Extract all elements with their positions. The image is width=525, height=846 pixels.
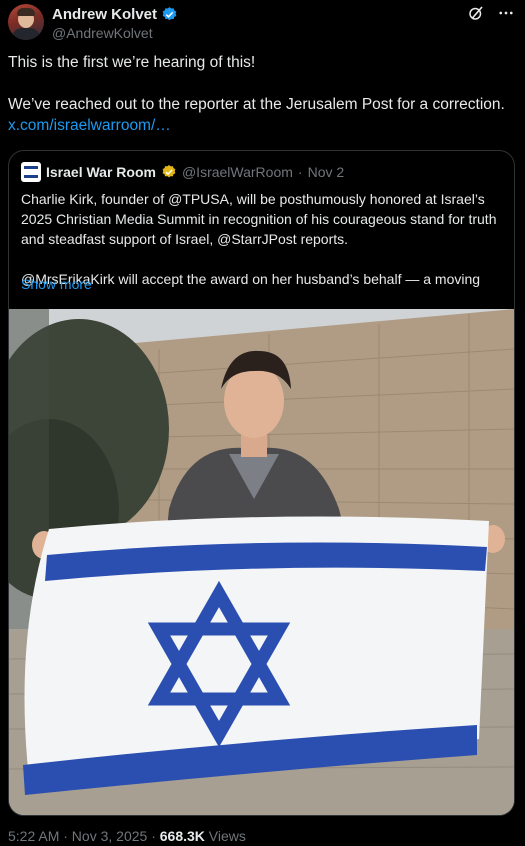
- author-name[interactable]: Andrew Kolvet: [52, 6, 157, 23]
- quoted-paragraph-2: @MrsErikaKirk will accept the award on h…: [21, 271, 481, 287]
- grok-icon[interactable]: [467, 4, 485, 22]
- timestamp[interactable]: 5:22 AM · Nov 3, 2025 ·: [8, 828, 156, 844]
- author-handle[interactable]: @AndrewKolvet: [52, 25, 153, 41]
- gold-verified-badge-icon: [161, 164, 177, 180]
- quoted-date[interactable]: Nov 2: [308, 164, 345, 180]
- verified-badge-icon[interactable]: [161, 6, 178, 23]
- more-options-icon[interactable]: [497, 4, 515, 22]
- tweet-line-1: This is the first we’re hearing of this!: [8, 54, 256, 71]
- avatar[interactable]: [8, 4, 44, 40]
- tweet-link[interactable]: x.com/israelwarroom/…: [8, 117, 171, 134]
- tweet-meta: 5:22 AM · Nov 3, 2025 · 668.3K Views: [8, 828, 246, 844]
- quoted-author-handle[interactable]: @IsraelWarRoom: [182, 164, 293, 180]
- quoted-separator: ·: [297, 164, 303, 180]
- quoted-text: Charlie Kirk, founder of @TPUSA, will be…: [21, 189, 501, 289]
- quoted-author-name[interactable]: Israel War Room: [46, 164, 156, 180]
- quoted-tweet-card[interactable]: Israel War Room @IsraelWarRoom · Nov 2 C…: [8, 150, 515, 816]
- show-more-link[interactable]: Show more: [21, 276, 92, 292]
- views-count: 668.3K: [159, 828, 205, 844]
- views-label: Views: [208, 828, 246, 844]
- quoted-paragraph-1: Charlie Kirk, founder of @TPUSA, will be…: [21, 191, 497, 247]
- quoted-photo[interactable]: [9, 309, 514, 815]
- tweet-text: This is the first we’re hearing of this!…: [8, 52, 518, 136]
- tweet-line-2: We’ve reached out to the reporter at the…: [8, 96, 505, 113]
- quoted-avatar[interactable]: [21, 162, 41, 182]
